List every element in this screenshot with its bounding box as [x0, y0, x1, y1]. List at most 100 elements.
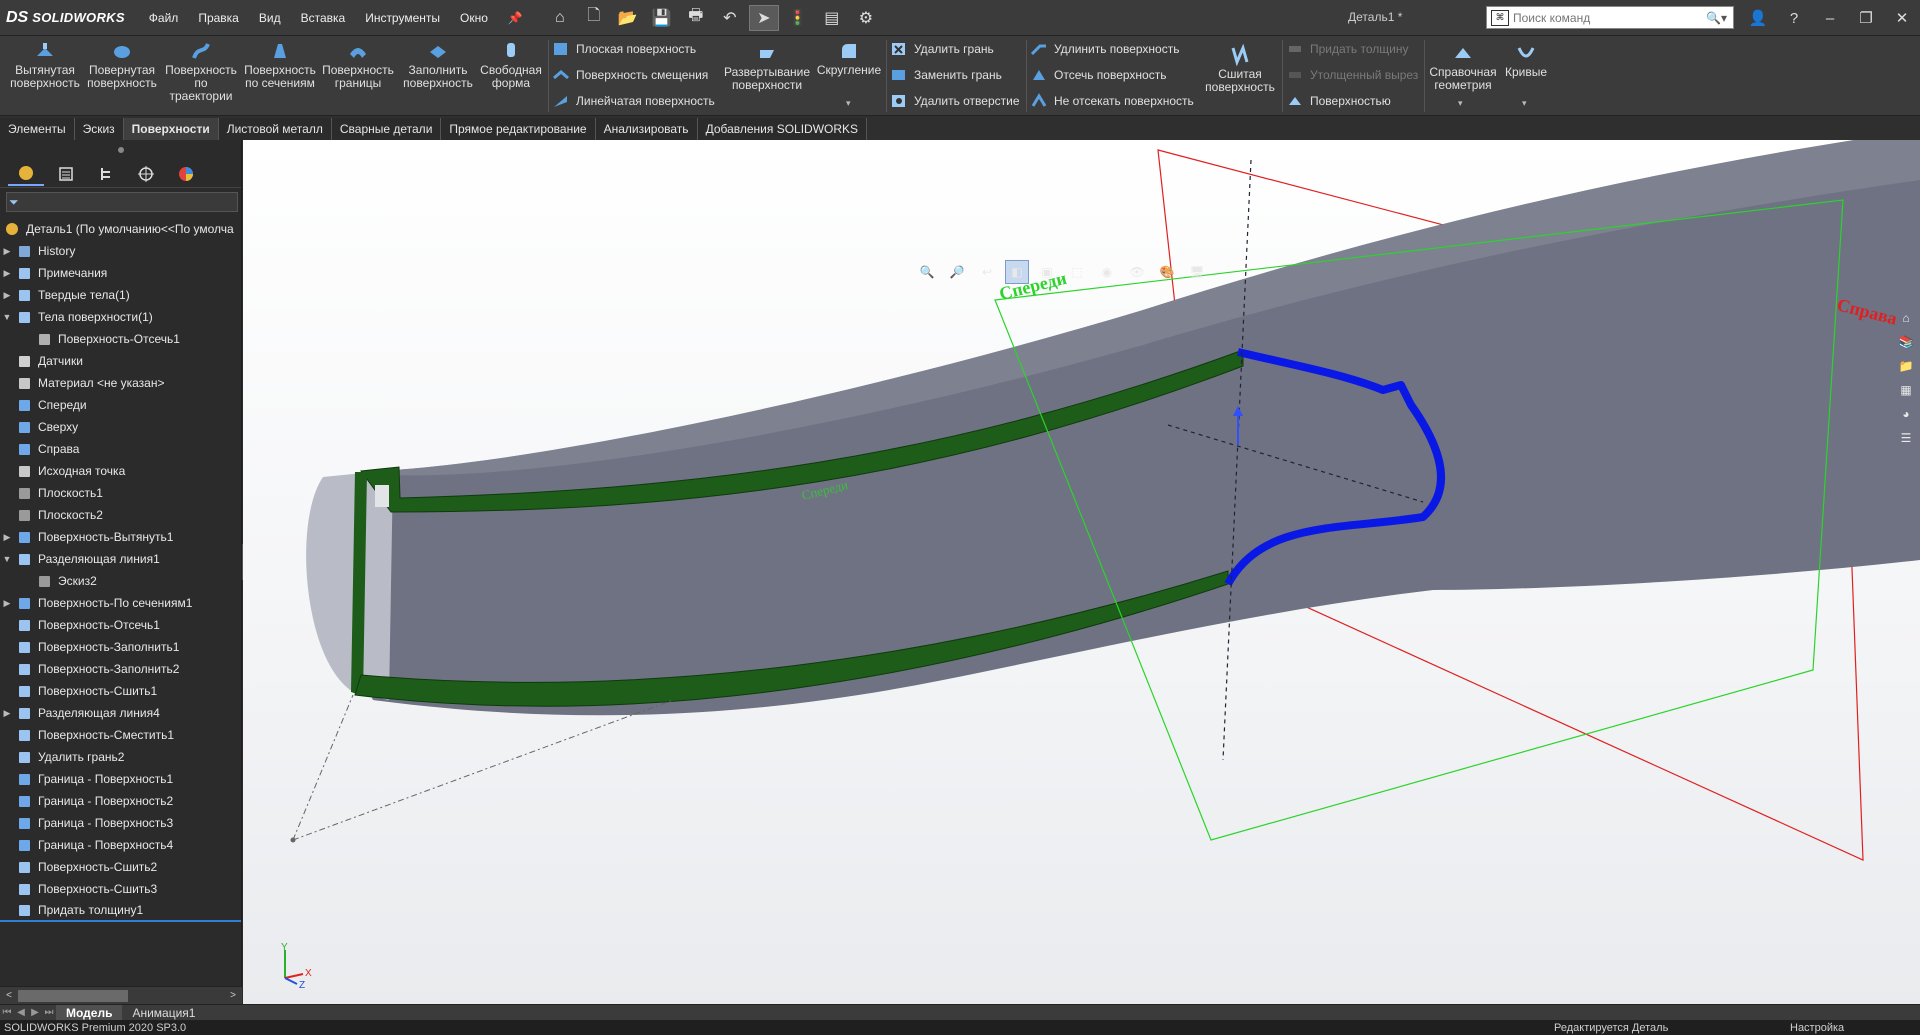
tree-item[interactable]: ▶ Поверхность-Вытянуть1: [0, 526, 241, 548]
app-logo[interactable]: DS SOLIDWORKS: [0, 0, 141, 36]
menu-insert[interactable]: Вставка: [293, 7, 354, 29]
thicken-button[interactable]: Придать толщину: [1286, 40, 1408, 58]
replace-face-button[interactable]: Заменить грань: [890, 66, 1002, 84]
dimxpert-tab-icon[interactable]: [128, 162, 164, 186]
fillet-dropdown-icon[interactable]: ▾: [846, 98, 851, 109]
tab-evaluate[interactable]: Анализировать: [595, 118, 698, 140]
menu-file[interactable]: Файл: [141, 7, 187, 29]
tree-item[interactable]: Плоскость1: [0, 482, 241, 504]
last-tab-icon[interactable]: ⏭: [42, 1007, 56, 1018]
dynamic-annotation-icon[interactable]: ▣: [1035, 260, 1059, 284]
zoom-to-area-icon[interactable]: 🔎: [945, 260, 969, 284]
tab-sheet-metal[interactable]: Листовой металл: [218, 118, 332, 140]
help-icon[interactable]: ?: [1776, 0, 1812, 36]
expand-arrow-icon[interactable]: ▶: [0, 708, 14, 719]
reference-geometry-dropdown-icon[interactable]: ▾: [1458, 98, 1463, 109]
freeform-button[interactable]: Свободная форма: [478, 36, 544, 90]
next-tab-icon[interactable]: ▶: [28, 1007, 42, 1018]
ruled-surface-button[interactable]: Линейчатая поверхность: [552, 92, 715, 110]
tree-item[interactable]: Удалить грань2: [0, 746, 241, 768]
expand-arrow-icon[interactable]: ▶: [0, 532, 14, 543]
untrim-surface-button[interactable]: Не отсекать поверхность: [1030, 92, 1194, 110]
configuration-manager-tab-icon[interactable]: [88, 162, 124, 186]
thickened-cut-button[interactable]: Утолщенный вырез: [1286, 66, 1418, 84]
units-settings[interactable]: Настройка: [1790, 1022, 1844, 1034]
revolved-surface-button[interactable]: Повернутая поверхность: [86, 36, 158, 90]
save-icon[interactable]: 💾: [647, 5, 677, 31]
unroll-surface-button[interactable]: Развертывание поверхности: [722, 38, 812, 92]
tree-item[interactable]: ▶ Поверхность-По сечениям1: [0, 592, 241, 614]
appearance-icon[interactable]: 🎨: [1155, 260, 1179, 284]
design-library-icon[interactable]: 📚: [1894, 332, 1918, 352]
reference-geometry-button[interactable]: Справочная геометрия: [1428, 38, 1498, 92]
wing-body-surface[interactable]: [343, 140, 1920, 716]
tree-root-part[interactable]: Деталь1 (По умолчанию<<По умолча: [0, 218, 241, 240]
curves-dropdown-icon[interactable]: ▾: [1522, 98, 1527, 109]
cut-with-surface-button[interactable]: Поверхностью: [1286, 92, 1391, 110]
filled-surface-button[interactable]: Заполнить поверхность: [400, 36, 476, 90]
tab-sketch[interactable]: Эскиз: [74, 118, 124, 140]
hide-show-items-icon[interactable]: 👁: [1125, 260, 1149, 284]
scroll-left-icon[interactable]: <: [0, 990, 18, 1001]
filter-icon[interactable]: ⏷: [9, 195, 19, 210]
extruded-surface-button[interactable]: Вытянутая поверхность: [6, 36, 84, 90]
minimize-icon[interactable]: –: [1812, 0, 1848, 36]
tab-animation[interactable]: Анимация1: [122, 1005, 205, 1021]
tab-features[interactable]: Элементы: [0, 118, 75, 140]
menu-edit[interactable]: Правка: [190, 7, 247, 29]
menu-view[interactable]: Вид: [251, 7, 289, 29]
tree-item[interactable]: ▶ History: [0, 240, 241, 262]
collapse-arrow-icon[interactable]: ▼: [0, 554, 14, 564]
tree-item[interactable]: ▶ Примечания: [0, 262, 241, 284]
zoom-to-fit-icon[interactable]: 🔍: [915, 260, 939, 284]
expand-arrow-icon[interactable]: ▶: [0, 246, 14, 257]
lofted-surface-button[interactable]: Поверхность по сечениям: [244, 36, 316, 90]
trim-surface-button[interactable]: Отсечь поверхность: [1030, 66, 1166, 84]
fillet-button[interactable]: Скругление: [814, 36, 884, 77]
tree-item[interactable]: Поверхность-Заполнить1: [0, 636, 241, 658]
menu-window[interactable]: Окно: [452, 7, 496, 29]
boundary-surface-button[interactable]: Поверхность границы: [322, 36, 394, 90]
collapse-arrow-icon[interactable]: ▼: [0, 312, 14, 322]
delete-face-button[interactable]: Удалить грань: [890, 40, 994, 58]
menu-tools[interactable]: Инструменты: [357, 7, 448, 29]
tree-item[interactable]: ▶ Твердые тела(1): [0, 284, 241, 306]
section-view-icon[interactable]: ◧: [1005, 260, 1029, 284]
delete-hole-button[interactable]: Удалить отверстие: [890, 92, 1020, 110]
tree-item[interactable]: Поверхность-Сшить1: [0, 680, 241, 702]
panel-grip[interactable]: [0, 140, 241, 160]
pin-menu-icon[interactable]: 📌: [500, 7, 531, 29]
first-tab-icon[interactable]: ⏮: [0, 1007, 14, 1018]
knit-surface-button[interactable]: Сшитая поверхность: [1200, 40, 1280, 94]
tree-item[interactable]: ▼ Тела поверхности(1): [0, 306, 241, 328]
tree-item[interactable]: Поверхность-Заполнить2: [0, 658, 241, 680]
feature-tree-tab-icon[interactable]: [8, 162, 44, 186]
home-icon[interactable]: ⌂: [545, 5, 575, 31]
search-input[interactable]: [1513, 10, 1703, 25]
scroll-right-icon[interactable]: >: [224, 990, 242, 1001]
curves-button[interactable]: Кривые: [1500, 38, 1552, 79]
tree-item[interactable]: Поверхность-Отсечь1: [0, 328, 241, 350]
options-gear-icon[interactable]: ⚙: [851, 5, 881, 31]
file-explorer-icon[interactable]: 📁: [1894, 356, 1918, 376]
tree-item[interactable]: Исходная точка: [0, 460, 241, 482]
tab-solidworks-addins[interactable]: Добавления SOLIDWORKS: [697, 118, 868, 140]
previous-view-icon[interactable]: ↩: [975, 260, 999, 284]
tree-item[interactable]: Поверхность-Отсечь1: [0, 614, 241, 636]
select-arrow-icon[interactable]: ➤: [748, 4, 779, 31]
display-style-icon[interactable]: ◉: [1095, 260, 1119, 284]
custom-properties-icon[interactable]: ☰: [1894, 428, 1918, 448]
scroll-thumb[interactable]: [18, 989, 128, 1002]
tree-item[interactable]: ▼ Разделяющая линия1: [0, 548, 241, 570]
tree-item[interactable]: ▶ Разделяющая линия4: [0, 702, 241, 724]
appearances-icon[interactable]: ◕: [1894, 404, 1918, 424]
tree-item[interactable]: Граница - Поверхность1: [0, 768, 241, 790]
tree-item[interactable]: Придать толщину1: [0, 900, 241, 922]
rebuild-traffic-light-icon[interactable]: 🚦: [783, 5, 813, 31]
tree-item[interactable]: Эскиз2: [0, 570, 241, 592]
search-mode-icon[interactable]: ⌘: [1491, 9, 1509, 26]
expand-arrow-icon[interactable]: ▶: [0, 290, 14, 301]
tree-item[interactable]: Поверхность-Сшить2: [0, 856, 241, 878]
tab-direct-editing[interactable]: Прямое редактирование: [441, 118, 596, 140]
offset-surface-button[interactable]: Поверхность смещения: [552, 66, 708, 84]
